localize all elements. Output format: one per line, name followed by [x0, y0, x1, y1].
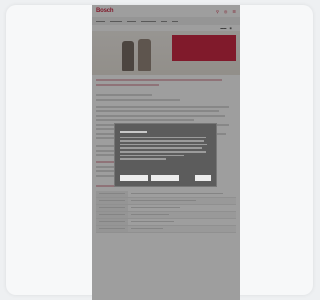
- dialog-text-line: [120, 136, 207, 139]
- cookie-consent-dialog: [114, 123, 217, 187]
- dialog-text-line: [120, 150, 206, 153]
- web-page: Bosch ⚲ ◎ ☰ ▬▬▬ ▬▬▬▬ ▬▬▬ ▬▬▬▬▬ ▬▬ ▬▬ ▬▬ …: [92, 5, 240, 300]
- dialog-text-line: [120, 140, 204, 142]
- dialog-accept-wrap: [195, 175, 211, 181]
- cookie-settings-button[interactable]: [120, 175, 148, 181]
- cookie-decline-button[interactable]: [151, 175, 179, 181]
- dialog-buttons: [120, 175, 179, 181]
- dialog-text-line: [120, 158, 166, 160]
- cookie-accept-button[interactable]: [195, 175, 211, 181]
- dialog-text-line: [120, 131, 148, 133]
- dialog-text-line: [120, 154, 184, 157]
- dialog-text-line: [120, 147, 202, 149]
- dialog-text-line: [120, 143, 208, 146]
